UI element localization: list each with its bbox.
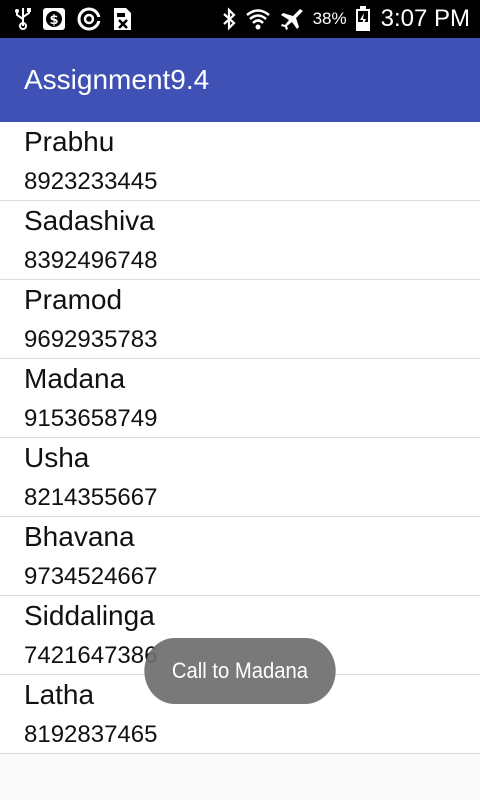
contact-name: Latha bbox=[24, 679, 95, 710]
contact-row[interactable]: Prabhu 8923233445 bbox=[0, 122, 480, 201]
contact-phone: 8192837465 bbox=[24, 721, 158, 748]
contact-phone: 9734524667 bbox=[24, 563, 158, 590]
contact-name: Siddalinga bbox=[24, 600, 155, 631]
toast-message: Call to Madana bbox=[144, 638, 336, 704]
battery-percentage: 38% bbox=[312, 9, 347, 28]
battery-icon bbox=[355, 6, 371, 32]
contact-name: Madana bbox=[24, 363, 126, 394]
contact-phone: 8392496748 bbox=[24, 247, 158, 274]
bluetooth-icon bbox=[221, 7, 237, 31]
wifi-icon bbox=[245, 7, 271, 31]
contact-row[interactable]: Bhavana 9734524667 bbox=[0, 517, 480, 596]
contact-phone: 9692935783 bbox=[24, 326, 158, 353]
contact-name: Prabhu bbox=[24, 126, 115, 157]
clock: 3:07 PM bbox=[380, 5, 470, 32]
contact-row[interactable]: Usha 8214355667 bbox=[0, 438, 480, 517]
contact-name: Usha bbox=[24, 442, 90, 473]
svg-text:$: $ bbox=[49, 13, 58, 28]
status-bar: $ 38% 3:07 PM bbox=[0, 0, 480, 38]
contact-row[interactable]: Madana 9153658749 bbox=[0, 359, 480, 438]
contact-phone: 7421647386 bbox=[24, 642, 158, 669]
app-title: Assignment9.4 bbox=[24, 64, 210, 95]
usb-icon bbox=[14, 7, 32, 31]
contact-row[interactable]: Sadashiva 8392496748 bbox=[0, 201, 480, 280]
contact-phone: 8923233445 bbox=[24, 168, 158, 195]
contact-name: Sadashiva bbox=[24, 205, 155, 236]
screenshot-icon bbox=[112, 7, 134, 31]
contact-name: Bhavana bbox=[24, 521, 135, 552]
contact-phone: 9153658749 bbox=[24, 405, 158, 432]
contact-name: Pramod bbox=[24, 284, 123, 315]
sync-icon bbox=[76, 7, 102, 31]
airplane-icon bbox=[279, 7, 305, 31]
contact-row[interactable]: Pramod 9692935783 bbox=[0, 280, 480, 359]
contact-phone: 8214355667 bbox=[24, 484, 158, 511]
app-bar: Assignment9.4 bbox=[0, 38, 480, 122]
s-app-icon: $ bbox=[42, 7, 66, 31]
